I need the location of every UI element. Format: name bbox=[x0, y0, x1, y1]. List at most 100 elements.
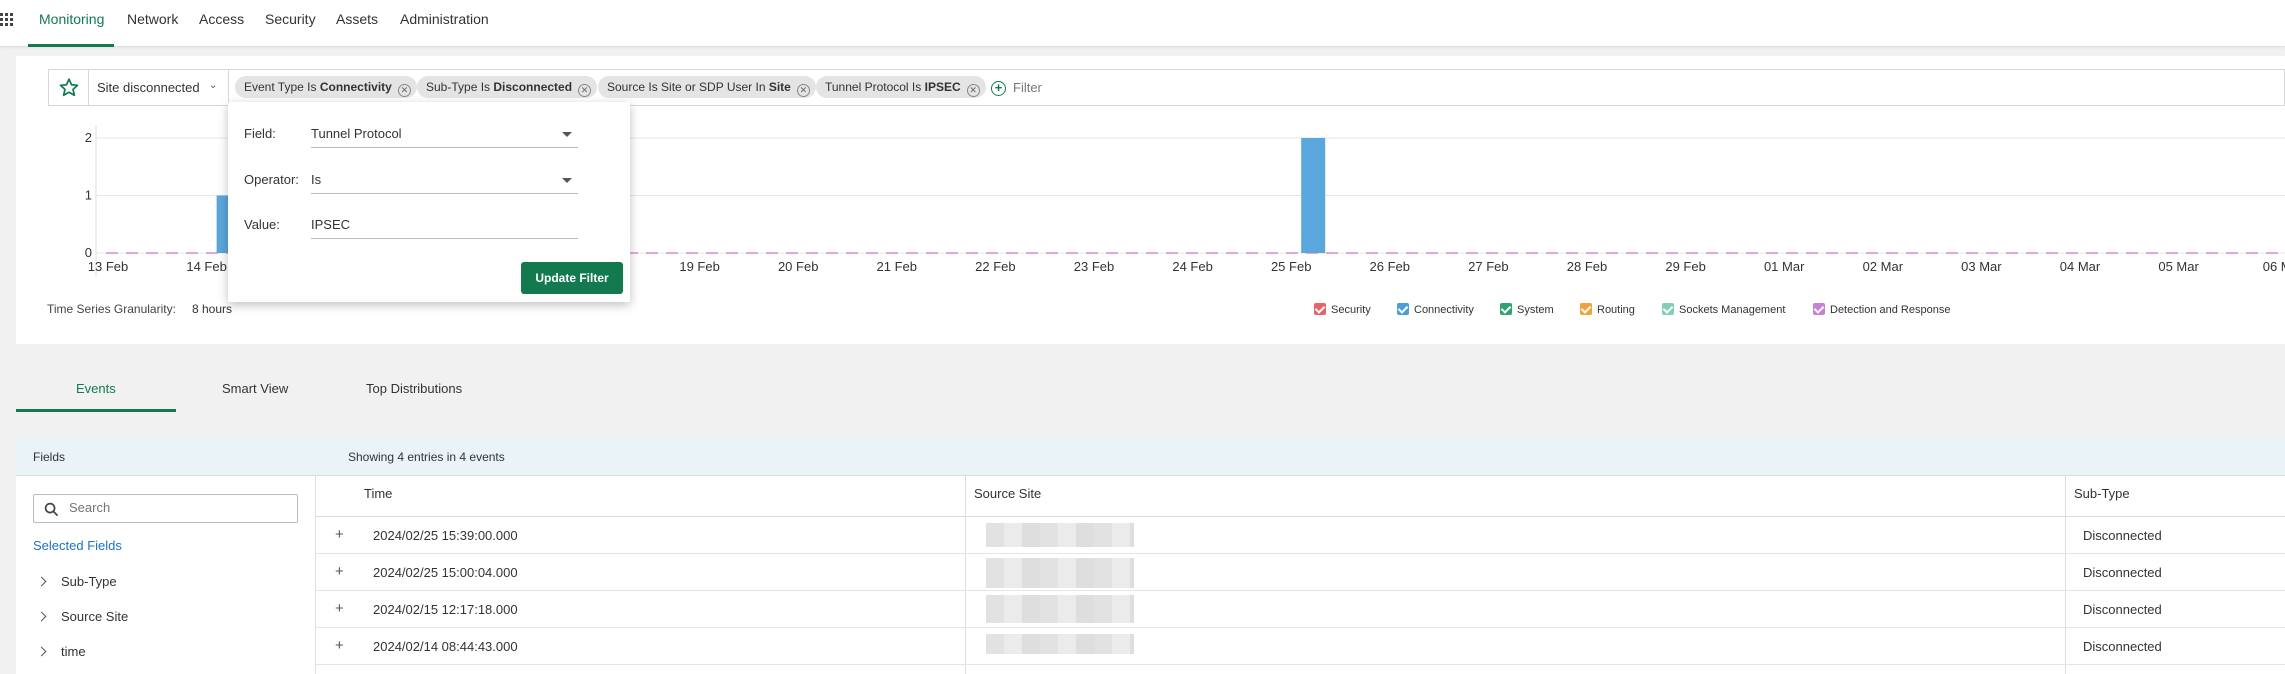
checkbox-icon[interactable] bbox=[1397, 303, 1409, 315]
expand-icon[interactable]: + bbox=[335, 600, 344, 617]
field-item-sub-type[interactable]: Sub-Type bbox=[36, 574, 117, 589]
x-tick-label: 26 Feb bbox=[1370, 259, 1410, 274]
table-row[interactable]: + 2024/02/25 15:00:04.000 Disconnected bbox=[316, 554, 2285, 591]
column-header-sub-type[interactable]: Sub-Type bbox=[2074, 486, 2130, 501]
redacted-source-site bbox=[986, 558, 1134, 588]
row-time: 2024/02/25 15:00:04.000 bbox=[373, 565, 518, 580]
legend-item-routing[interactable]: Routing bbox=[1580, 303, 1635, 316]
tab-events[interactable]: Events bbox=[76, 381, 116, 396]
row-sub-type: Disconnected bbox=[2083, 565, 2162, 580]
results-tabs: Events Smart View Top Distributions bbox=[16, 366, 616, 413]
field-item-label: time bbox=[61, 644, 86, 659]
search-input[interactable] bbox=[69, 500, 289, 515]
field-select[interactable]: Tunnel Protocol bbox=[311, 120, 578, 148]
granularity-value[interactable]: 8 hours bbox=[192, 302, 232, 316]
selected-fields-label: Selected Fields bbox=[33, 538, 122, 553]
row-time: 2024/02/14 08:44:43.000 bbox=[373, 639, 518, 654]
chip-prefix: Event Type Is bbox=[244, 80, 320, 94]
fields-title: Fields bbox=[33, 450, 66, 464]
filter-chip-sub-type[interactable]: Sub-Type Is Disconnected ✕ bbox=[417, 76, 598, 98]
row-sub-type: Disconnected bbox=[2083, 602, 2162, 617]
column-header-source-site[interactable]: Source Site bbox=[974, 486, 1041, 501]
filter-chip-tunnel-protocol[interactable]: Tunnel Protocol Is IPSEC ✕ bbox=[816, 76, 986, 98]
star-icon bbox=[59, 78, 79, 97]
x-tick-label: 24 Feb bbox=[1172, 259, 1212, 274]
x-tick-label: 29 Feb bbox=[1665, 259, 1705, 274]
x-tick-label: 06 M bbox=[2263, 259, 2285, 274]
legend-label: System bbox=[1517, 304, 1554, 316]
top-nav: Monitoring Network Access Security Asset… bbox=[0, 0, 2285, 47]
expand-icon[interactable]: + bbox=[335, 526, 344, 543]
redacted-source-site bbox=[986, 634, 1134, 654]
expand-icon[interactable]: + bbox=[335, 637, 344, 654]
bar-25-feb bbox=[1301, 138, 1326, 253]
nav-monitoring[interactable]: Monitoring bbox=[39, 11, 104, 27]
update-filter-button[interactable]: Update Filter bbox=[521, 262, 623, 294]
x-tick-label: 21 Feb bbox=[877, 259, 917, 274]
value-input[interactable]: IPSEC bbox=[311, 211, 578, 239]
nav-assets[interactable]: Assets bbox=[336, 11, 378, 27]
filter-bar: Site disconnected ⌄ Event Type Is Connec… bbox=[48, 69, 2285, 106]
legend-item-security[interactable]: Security bbox=[1314, 303, 1371, 316]
filter-edit-popup: Field: Tunnel Protocol Operator: Is Valu… bbox=[228, 102, 630, 302]
redacted-source-site bbox=[986, 595, 1134, 623]
table-row[interactable]: + 2024/02/14 08:44:43.000 Disconnected bbox=[316, 628, 2285, 665]
chevron-down-icon[interactable]: ⌄ bbox=[209, 80, 217, 91]
saved-filter-select[interactable]: Site disconnected bbox=[97, 80, 200, 95]
x-tick-label: 22 Feb bbox=[975, 259, 1015, 274]
field-item-label: Sub-Type bbox=[61, 574, 117, 589]
table-row[interactable]: + 2024/02/25 15:39:00.000 Disconnected bbox=[316, 517, 2285, 554]
checkbox-icon[interactable] bbox=[1500, 303, 1512, 315]
apps-grid-icon[interactable] bbox=[0, 13, 14, 27]
close-icon[interactable]: ✕ bbox=[966, 84, 980, 97]
nav-active-indicator bbox=[28, 44, 114, 47]
filter-chip-source[interactable]: Source Is Site or SDP User In Site ✕ bbox=[598, 76, 816, 98]
x-tick-label: 25 Feb bbox=[1271, 259, 1311, 274]
field-item-source-site[interactable]: Source Site bbox=[36, 609, 128, 624]
checkbox-icon[interactable] bbox=[1314, 303, 1326, 315]
legend-item-system[interactable]: System bbox=[1500, 303, 1554, 316]
caret-down-icon bbox=[562, 178, 572, 183]
x-tick-label: 14 Feb bbox=[186, 259, 226, 274]
legend-item-sockets-management[interactable]: Sockets Management bbox=[1662, 303, 1785, 316]
nav-access[interactable]: Access bbox=[199, 11, 244, 27]
fields-search[interactable] bbox=[33, 494, 298, 523]
redacted-source-site bbox=[986, 523, 1134, 547]
x-tick-label: 13 Feb bbox=[88, 259, 128, 274]
close-icon[interactable]: ✕ bbox=[397, 84, 411, 97]
checkbox-icon[interactable] bbox=[1580, 303, 1592, 315]
legend-item-connectivity[interactable]: Connectivity bbox=[1397, 303, 1474, 316]
checkbox-icon[interactable] bbox=[1662, 303, 1674, 315]
close-icon[interactable]: ✕ bbox=[796, 84, 810, 97]
checkbox-icon[interactable] bbox=[1813, 303, 1825, 315]
legend-item-detection-and-response[interactable]: Detection and Response bbox=[1813, 303, 1950, 316]
field-item-time[interactable]: time bbox=[36, 644, 86, 659]
x-tick-label: 02 Mar bbox=[1863, 259, 1904, 274]
chip-value: Site bbox=[768, 80, 791, 94]
tab-top-distributions[interactable]: Top Distributions bbox=[366, 381, 462, 396]
filter-chip-event-type[interactable]: Event Type Is Connectivity ✕ bbox=[235, 76, 417, 98]
divider bbox=[228, 70, 229, 105]
chip-prefix: Source Is Site or SDP User In bbox=[607, 80, 769, 94]
table-row[interactable]: + 2024/02/15 12:17:18.000 Disconnected bbox=[316, 591, 2285, 628]
tab-smart-view[interactable]: Smart View bbox=[222, 381, 288, 396]
chip-prefix: Tunnel Protocol Is bbox=[825, 80, 925, 94]
x-tick-label: 20 Feb bbox=[778, 259, 818, 274]
nav-security[interactable]: Security bbox=[265, 11, 316, 27]
fields-header: Fields bbox=[16, 438, 316, 476]
search-icon bbox=[44, 502, 59, 517]
events-count-text: Showing 4 entries in 4 events bbox=[348, 450, 505, 464]
operator-select[interactable]: Is bbox=[311, 166, 578, 194]
add-filter-icon[interactable]: + bbox=[991, 81, 1006, 96]
favorite-star-button[interactable] bbox=[49, 70, 89, 105]
row-time: 2024/02/25 15:39:00.000 bbox=[373, 528, 518, 543]
add-filter-label[interactable]: Filter bbox=[1013, 80, 1042, 95]
column-header-time[interactable]: Time bbox=[364, 486, 392, 501]
x-tick-label: 05 Mar bbox=[2158, 259, 2199, 274]
tab-active-indicator bbox=[16, 409, 176, 412]
field-select-value: Tunnel Protocol bbox=[311, 126, 402, 141]
expand-icon[interactable]: + bbox=[335, 563, 344, 580]
close-icon[interactable]: ✕ bbox=[578, 84, 592, 97]
nav-network[interactable]: Network bbox=[127, 11, 178, 27]
nav-administration[interactable]: Administration bbox=[400, 11, 489, 27]
